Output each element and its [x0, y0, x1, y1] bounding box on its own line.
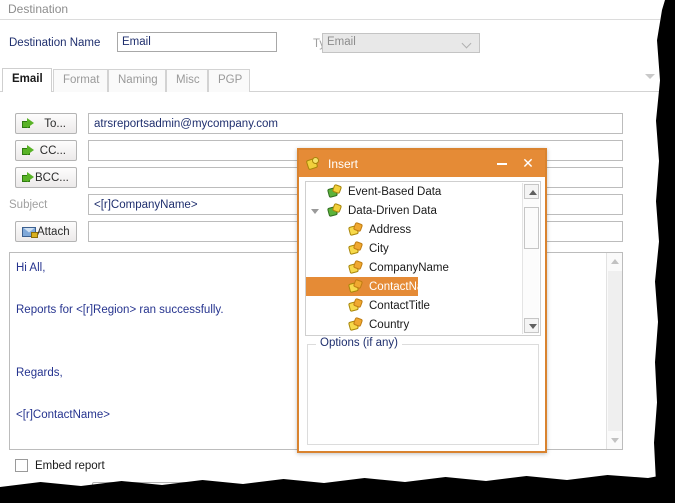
tab-email[interactable]: Email — [2, 68, 52, 92]
tree-item-address[interactable]: Address — [306, 220, 540, 239]
header-divider — [0, 19, 660, 20]
cc-button-label: CC... — [39, 144, 66, 157]
tree-item-contacttitle[interactable]: ContactTitle — [306, 296, 540, 315]
to-button[interactable]: To... — [15, 113, 77, 134]
tree-item-label: CompanyName — [369, 261, 449, 274]
to-input[interactable] — [88, 113, 623, 134]
green-arrow-icon — [22, 145, 35, 156]
tab-strip: Email Format Naming Misc PGP — [0, 68, 660, 92]
tree-item-event-based-data[interactable]: Event-Based Data — [306, 182, 540, 201]
body-vertical-scrollbar[interactable] — [606, 253, 622, 449]
tree-item-label: ContactName — [369, 280, 440, 293]
tree-item-label: Address — [369, 223, 412, 236]
tree-item-city[interactable]: City — [306, 239, 540, 258]
tree-item-contactname[interactable]: ContactName — [306, 277, 439, 296]
chevron-down-icon[interactable] — [311, 209, 319, 218]
attach-button[interactable]: Attach — [15, 221, 77, 242]
tree-item-label: City — [369, 242, 389, 255]
embed-report-checkbox[interactable] — [15, 459, 28, 472]
insert-dialog-window-controls: ✕ — [489, 152, 541, 176]
tree-item-label: ContactTitle — [369, 299, 430, 312]
tree-vertical-scrollbar[interactable] — [522, 183, 539, 334]
green-arrow-icon — [22, 118, 35, 129]
insert-dialog-title: Insert — [328, 156, 359, 171]
to-button-label: To... — [44, 117, 66, 130]
attach-button-label: Attach — [37, 225, 70, 238]
tab-pgp[interactable]: PGP — [208, 69, 250, 92]
insert-dialog: Insert ✕ Event-Based Data Data-Driven Da… — [297, 148, 547, 453]
minimize-icon[interactable] — [489, 152, 515, 176]
chevron-down-icon — [463, 40, 472, 45]
puzzle-piece-icon — [326, 183, 343, 199]
subject-label: Subject — [9, 199, 48, 211]
puzzle-piece-icon — [347, 316, 364, 332]
puzzle-piece-icon — [347, 240, 364, 256]
tab-naming[interactable]: Naming — [108, 69, 166, 92]
puzzle-piece-icon — [347, 297, 364, 313]
insert-data-tree[interactable]: Event-Based Data Data-Driven Data Addres… — [305, 181, 541, 336]
close-icon[interactable]: ✕ — [515, 152, 541, 176]
tree-item-label: Data-Driven Data — [348, 204, 437, 217]
tab-misc[interactable]: Misc — [166, 69, 208, 92]
scrollbar-thumb[interactable] — [608, 271, 622, 431]
type-dropdown[interactable]: Email — [322, 33, 480, 53]
options-groupbox-label: Options (if any) — [316, 337, 402, 349]
destination-email-panel: Destination Destination Name Type Email … — [0, 0, 675, 503]
tab-format[interactable]: Format — [53, 69, 108, 92]
tree-item-label: Event-Based Data — [348, 185, 442, 198]
bcc-button-label: BCC... — [35, 171, 69, 184]
scroll-down-icon[interactable] — [611, 438, 619, 443]
bcc-button[interactable]: BCC... — [15, 167, 77, 188]
scroll-up-icon[interactable] — [611, 259, 619, 264]
tree-item-data-driven-data[interactable]: Data-Driven Data — [306, 201, 540, 220]
puzzle-piece-icon — [347, 278, 364, 294]
type-dropdown-value: Email — [327, 36, 356, 48]
scroll-up-icon[interactable] — [524, 184, 539, 199]
puzzle-piece-icon — [326, 202, 343, 218]
tree-item-label: Country — [369, 318, 410, 331]
insert-dialog-titlebar[interactable]: Insert ✕ — [299, 150, 545, 177]
attachment-envelope-icon — [22, 226, 38, 238]
scroll-down-icon[interactable] — [524, 318, 539, 333]
embed-report-label: Embed report — [35, 459, 105, 472]
green-arrow-icon — [22, 172, 35, 183]
section-title: Destination — [8, 2, 69, 16]
torn-edge-bottom — [0, 473, 675, 503]
embed-report-checkbox-row[interactable]: Embed report — [15, 459, 105, 472]
puzzle-piece-icon — [305, 156, 321, 171]
scrollbar-thumb[interactable] — [524, 207, 539, 249]
puzzle-piece-icon — [347, 259, 364, 275]
destination-name-label: Destination Name — [9, 37, 101, 49]
tree-item-country[interactable]: Country — [306, 315, 540, 334]
options-groupbox: Options (if any) — [307, 337, 539, 445]
puzzle-piece-icon — [347, 221, 364, 237]
tree-item-companyname[interactable]: CompanyName — [306, 258, 540, 277]
cc-button[interactable]: CC... — [15, 140, 77, 161]
destination-name-input[interactable] — [117, 32, 277, 52]
